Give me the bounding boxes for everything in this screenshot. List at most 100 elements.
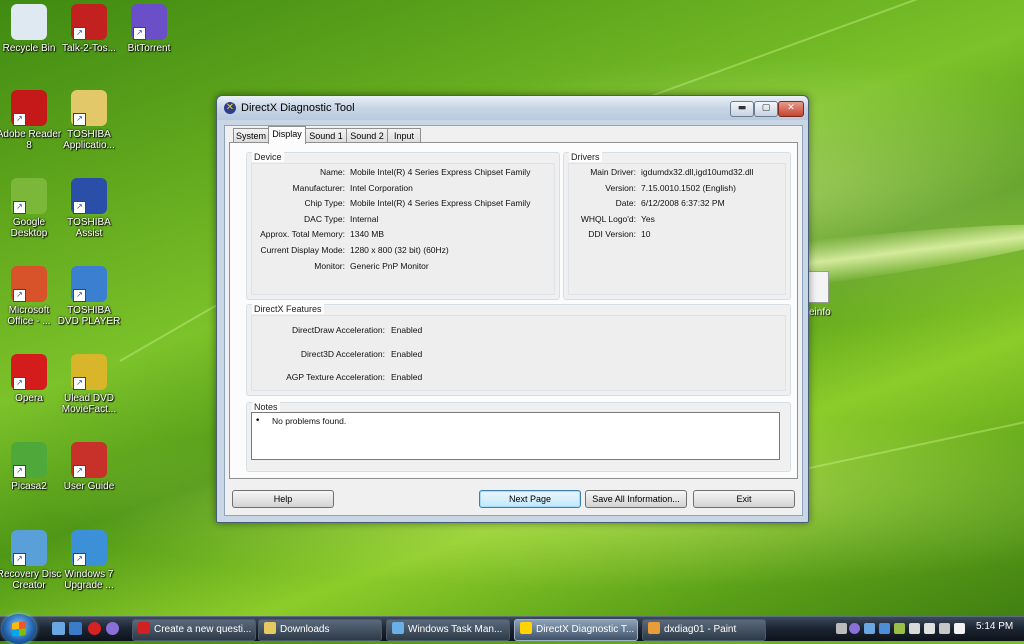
tab-sound-2[interactable]: Sound 2: [346, 128, 388, 143]
tray-chevron-icon[interactable]: [836, 623, 847, 634]
show-desktop-icon[interactable]: [52, 622, 65, 635]
taskbar-app-icon: [520, 622, 532, 634]
shortcut-arrow-icon: ↗: [13, 201, 26, 214]
desktop-icon-label: TOSHIBA Assist: [67, 217, 111, 239]
desktop-icon-bittorrent[interactable]: ↗ BitTorrent: [116, 4, 182, 54]
taskbar-item[interactable]: dxdiag01 - Paint: [642, 619, 766, 641]
tray-volume-icon[interactable]: [954, 623, 965, 634]
title-bar[interactable]: ✕ DirectX Diagnostic Tool ▬ ▢ ✕: [217, 96, 808, 120]
switch-windows-icon[interactable]: [69, 622, 82, 635]
tray-network-icon[interactable]: [864, 623, 875, 634]
tab-sound-1[interactable]: Sound 1: [305, 128, 347, 143]
toshiba-assist-icon: ↗: [71, 178, 107, 214]
next-page-button[interactable]: Next Page: [479, 490, 581, 508]
taskbar-item[interactable]: Downloads: [258, 619, 382, 641]
device-field-label: Name:: [319, 167, 345, 177]
directx-features-body: DirectDraw Acceleration: Enabled Direct3D …: [251, 315, 786, 391]
desktop-icon-toshiba-dvd-player[interactable]: ↗ TOSHIBA DVD PLAYER: [56, 266, 122, 327]
notes-line: No problems found.: [272, 416, 347, 426]
tray-display-icon[interactable]: [924, 623, 935, 634]
desktop-icon-label: Microsoft Office - ...: [7, 305, 51, 327]
tab-input[interactable]: Input: [387, 128, 421, 143]
shortcut-arrow-icon: ↗: [73, 465, 86, 478]
shortcut-arrow-icon: ↗: [73, 201, 86, 214]
shortcut-arrow-icon: ↗: [13, 553, 26, 566]
desktop-icon-label: Ulead DVD MovieFact...: [61, 393, 117, 415]
taskbar-app-icon: [648, 622, 660, 634]
shortcut-arrow-icon: ↗: [133, 27, 146, 40]
desktop-icon-talk-2-toshiba[interactable]: ↗ Talk-2-Tos...: [56, 4, 122, 54]
taskbar-item[interactable]: Create a new questi...: [132, 619, 256, 641]
close-button[interactable]: ✕: [778, 101, 804, 117]
dxdiag-file-label[interactable]: einfo: [809, 307, 831, 318]
desktop-icon-picasa2[interactable]: ↗ Picasa2: [0, 442, 62, 492]
desktop-icon-microsoft-office[interactable]: ↗ Microsoft Office - ...: [0, 266, 62, 327]
exit-button[interactable]: Exit: [693, 490, 795, 508]
tray-security-icon[interactable]: [909, 623, 920, 634]
maximize-button[interactable]: ▢: [754, 101, 778, 117]
tab-display[interactable]: Display: [268, 126, 306, 144]
desktop-icon-windows-7-upgrade[interactable]: ↗ Windows 7 Upgrade ...: [56, 530, 122, 591]
desktop-icon-label: TOSHIBA DVD PLAYER: [57, 305, 121, 327]
opera-quicklaunch-icon[interactable]: [88, 622, 101, 635]
device-group-body: Name: Mobile Intel(R) 4 Series Express Ch…: [251, 163, 555, 295]
notes-bullet: •: [255, 416, 261, 426]
feature-field-label: AGP Texture Acceleration:: [286, 372, 385, 382]
tray-bluetooth-icon[interactable]: [879, 623, 890, 634]
recovery-disc-creator-icon: ↗: [11, 530, 47, 566]
desktop-icon-recycle-bin[interactable]: Recycle Bin: [0, 4, 62, 54]
desktop-icon-toshiba-applications[interactable]: ↗ TOSHIBA Applicatio...: [56, 90, 122, 151]
talk-2-toshiba-icon: ↗: [71, 4, 107, 40]
minimize-button[interactable]: ▬: [730, 101, 754, 117]
window-title: DirectX Diagnostic Tool: [241, 102, 355, 114]
tray-network-status-icon[interactable]: [939, 623, 950, 634]
notes-title: Notes: [252, 402, 280, 412]
directx-icon: ✕: [224, 102, 236, 114]
notes-group: Notes • No problems found.: [246, 402, 791, 472]
driver-field-value: 7.15.0010.1502 (English): [641, 182, 736, 193]
desktop-icon-toshiba-assist[interactable]: ↗ TOSHIBA Assist: [56, 178, 122, 239]
tray-app-icon[interactable]: [849, 623, 860, 634]
tab-system[interactable]: System: [233, 128, 269, 143]
driver-field-label: Version:: [605, 182, 636, 193]
drivers-group-title: Drivers: [569, 152, 602, 162]
help-button[interactable]: Help: [232, 490, 334, 508]
desktop-icon-user-guide[interactable]: ↗ User Guide: [56, 442, 122, 492]
media-quicklaunch-icon[interactable]: [106, 622, 119, 635]
device-field-value: Intel Corporation: [350, 182, 413, 193]
device-field-value: Mobile Intel(R) 4 Series Express Chipset…: [350, 167, 531, 177]
opera-icon: ↗: [11, 354, 47, 390]
device-field-value: 1280 x 800 (32 bit) (60Hz): [350, 245, 449, 255]
taskbar-item-label: DirectX Diagnostic T...: [536, 624, 635, 635]
notes-textbox[interactable]: • No problems found.: [251, 412, 780, 460]
dxdiag-file-icon[interactable]: [807, 271, 829, 303]
taskbar-app-icon: [138, 622, 150, 634]
recycle-bin-icon: [11, 4, 47, 40]
driver-field-label: Date:: [615, 198, 636, 209]
taskbar-clock[interactable]: 5:14 PM: [976, 621, 1013, 632]
desktop-icon-opera[interactable]: ↗ Opera: [0, 354, 62, 404]
driver-field-value: igdumdx32.dll,igd10umd32.dll: [641, 167, 754, 177]
user-guide-icon: ↗: [71, 442, 107, 478]
shortcut-arrow-icon: ↗: [13, 377, 26, 390]
device-field-label: Current Display Mode:: [260, 245, 345, 255]
save-all-information-button[interactable]: Save All Information...: [585, 490, 687, 508]
desktop-icon-label: TOSHIBA Applicatio...: [63, 129, 115, 151]
taskbar-item[interactable]: DirectX Diagnostic T...: [514, 619, 638, 641]
shortcut-arrow-icon: ↗: [73, 377, 86, 390]
device-field-label: Monitor:: [314, 260, 345, 271]
shortcut-arrow-icon: ↗: [13, 113, 26, 126]
drivers-group: Drivers Main Driver: igdumdx32.dll,igd10u…: [563, 152, 791, 300]
taskbar-item[interactable]: Windows Task Man...: [386, 619, 510, 641]
directx-features-title: DirectX Features: [252, 304, 324, 314]
tray-battery-icon[interactable]: [894, 623, 905, 634]
device-field-label: DAC Type:: [304, 213, 345, 224]
driver-field-label: DDI Version:: [588, 229, 636, 240]
desktop-icon-google-desktop[interactable]: ↗ Google Desktop: [0, 178, 62, 239]
desktop-icon-recovery-disc-creator[interactable]: ↗ Recovery Disc Creator: [0, 530, 62, 591]
device-field-label: Manufacturer:: [292, 182, 345, 193]
display-tab-panel: Device Name: Mobile Intel(R) 4 Series Exp…: [229, 142, 798, 479]
desktop-icon-ulead-dvd-moviefactory[interactable]: ↗ Ulead DVD MovieFact...: [56, 354, 122, 415]
desktop-icon-adobe-reader[interactable]: ↗ Adobe Reader 8: [0, 90, 62, 151]
shortcut-arrow-icon: ↗: [13, 465, 26, 478]
